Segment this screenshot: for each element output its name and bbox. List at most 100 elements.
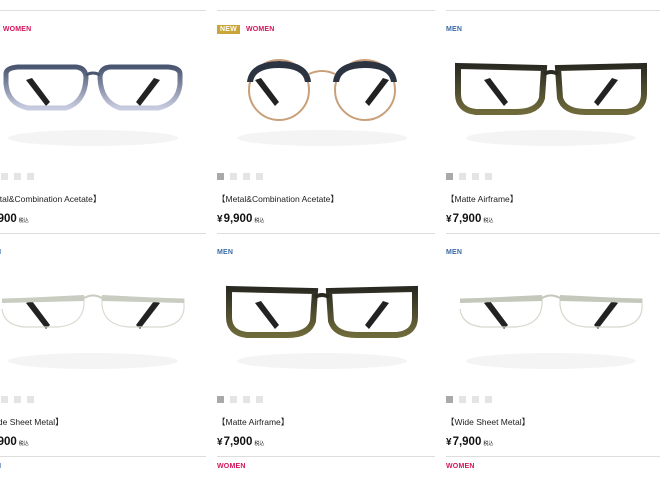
price-amount: 7,900 — [223, 436, 253, 448]
divider — [217, 456, 435, 457]
color-swatch[interactable] — [459, 173, 466, 180]
color-swatch[interactable] — [256, 173, 263, 180]
men-badge: MEN — [446, 26, 463, 33]
color-swatch[interactable] — [217, 396, 224, 403]
frame-shape — [459, 294, 643, 369]
divider — [446, 233, 660, 234]
product-tags: N — [0, 462, 1, 471]
frame-shape — [1, 294, 185, 369]
color-swatch[interactable] — [459, 396, 466, 403]
color-swatches[interactable] — [446, 396, 492, 403]
glasses-image[interactable] — [0, 58, 198, 178]
color-swatch[interactable] — [1, 173, 8, 180]
price-amount: 7,900 — [0, 213, 17, 225]
frame-shape — [455, 62, 647, 146]
color-swatches[interactable] — [217, 396, 263, 403]
product-card[interactable]: W WOMEN Metal&Combination Acetate】 7,900… — [0, 10, 206, 230]
women-badge: WOMEN — [446, 463, 475, 470]
product-tags: MEN — [446, 248, 462, 257]
color-swatch[interactable] — [1, 396, 8, 403]
product-name[interactable]: Metal&Combination Acetate】 — [0, 193, 101, 205]
color-swatch[interactable] — [230, 396, 237, 403]
tax-label: 税込 — [254, 441, 265, 447]
women-badge: WOMEN — [2, 26, 32, 33]
product-tags: WOMEN — [217, 462, 246, 471]
color-swatches[interactable] — [0, 173, 34, 180]
color-swatch[interactable] — [14, 173, 21, 180]
color-swatch[interactable] — [446, 396, 453, 403]
color-swatches[interactable] — [0, 396, 34, 403]
women-badge: WOMEN — [217, 463, 246, 470]
color-swatches[interactable] — [217, 173, 263, 180]
price-amount: 7,900 — [452, 436, 482, 448]
currency-symbol: ¥ — [217, 437, 223, 448]
women-badge: WOMEN — [245, 26, 275, 33]
product-card[interactable]: WOMEN — [446, 456, 660, 495]
men-badge: N — [0, 248, 1, 257]
divider — [446, 10, 660, 11]
glasses-image[interactable] — [217, 58, 427, 178]
color-swatch[interactable] — [217, 173, 224, 180]
color-swatch[interactable] — [243, 173, 250, 180]
tax-label: 税込 — [483, 218, 494, 224]
product-name[interactable]: Wide Sheet Metal】 — [0, 416, 64, 428]
color-swatch[interactable] — [446, 173, 453, 180]
product-price: 7,900 税込 — [0, 213, 29, 225]
divider — [446, 456, 660, 457]
glasses-image[interactable] — [217, 281, 427, 401]
product-card[interactable]: N — [0, 456, 206, 495]
product-price: ¥ 7,900 税込 — [446, 436, 493, 448]
color-swatch[interactable] — [230, 173, 237, 180]
color-swatch[interactable] — [472, 173, 479, 180]
tax-label: 税込 — [483, 441, 494, 447]
price-amount: 9,900 — [223, 213, 253, 225]
glasses-image[interactable] — [446, 58, 656, 178]
color-swatch[interactable] — [243, 396, 250, 403]
product-card[interactable]: MEN 【Matte Airframe】 ¥ 7,900 税込 — [446, 10, 660, 230]
tax-label: 税込 — [18, 218, 29, 224]
product-tags: N — [0, 248, 1, 257]
new-badge: NEW — [217, 25, 240, 34]
color-swatch[interactable] — [472, 396, 479, 403]
glasses-image[interactable] — [446, 281, 656, 401]
product-tags: WOMEN — [446, 462, 475, 471]
color-swatches[interactable] — [446, 173, 492, 180]
product-price: ¥ 9,900 税込 — [217, 213, 264, 225]
currency-symbol: ¥ — [446, 437, 452, 448]
product-name[interactable]: 【Metal&Combination Acetate】 — [217, 193, 339, 205]
color-swatch[interactable] — [485, 173, 492, 180]
product-price: ¥ 7,900 税込 — [446, 213, 493, 225]
frame-shape — [226, 285, 418, 369]
product-tags: MEN — [217, 248, 233, 257]
product-card[interactable]: N Wide Sheet Metal】 7,900 税込 — [0, 233, 206, 453]
product-card[interactable]: WOMEN — [217, 456, 435, 495]
product-tags: MEN — [446, 25, 462, 34]
product-card[interactable]: MEN 【Wide Sheet Metal】 ¥ 7,900 税込 — [446, 233, 660, 453]
price-amount: 7,900 — [452, 213, 482, 225]
color-swatch[interactable] — [14, 396, 21, 403]
currency-symbol: ¥ — [217, 214, 223, 225]
men-badge: MEN — [446, 249, 463, 256]
currency-symbol: ¥ — [446, 214, 452, 225]
frame-shape — [237, 59, 407, 146]
product-name[interactable]: 【Matte Airframe】 — [217, 416, 289, 428]
color-swatch[interactable] — [27, 396, 34, 403]
men-badge: N — [0, 462, 1, 471]
product-price: 7,900 税込 — [0, 436, 29, 448]
product-tags: NEW WOMEN — [217, 25, 275, 34]
divider — [0, 233, 206, 234]
frame-shape — [3, 64, 183, 146]
color-swatch[interactable] — [256, 396, 263, 403]
tax-label: 税込 — [18, 441, 29, 447]
divider — [0, 456, 206, 457]
color-swatch[interactable] — [27, 173, 34, 180]
product-name[interactable]: 【Matte Airframe】 — [446, 193, 518, 205]
product-card[interactable]: NEW WOMEN 【Metal&Combination Acetate】 ¥ … — [217, 10, 435, 230]
glasses-image[interactable] — [0, 281, 198, 401]
tax-label: 税込 — [254, 218, 265, 224]
color-swatch[interactable] — [485, 396, 492, 403]
product-price: ¥ 7,900 税込 — [217, 436, 264, 448]
product-card[interactable]: MEN 【Matte Airframe】 ¥ 7,900 税込 — [217, 233, 435, 453]
product-name[interactable]: 【Wide Sheet Metal】 — [446, 416, 530, 428]
divider — [0, 10, 206, 11]
